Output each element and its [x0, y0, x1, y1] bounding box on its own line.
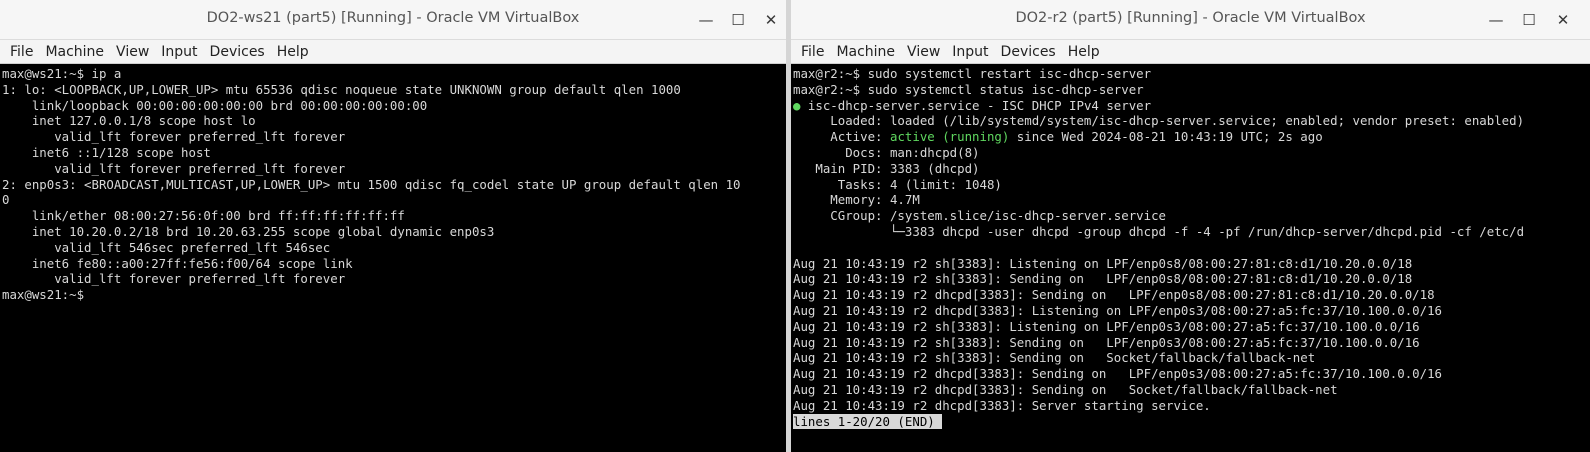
terminal-line: max@r2:~$ sudo systemctl status isc-dhcp… [793, 81, 1144, 97]
menu-file[interactable]: File [4, 41, 39, 63]
minimize-icon[interactable]: — [694, 8, 718, 32]
menu-devices[interactable]: Devices [995, 41, 1062, 63]
terminal-line: Memory: 4.7M [793, 192, 920, 208]
close-icon[interactable]: ✕ [759, 8, 783, 32]
log-line: Aug 21 10:43:19 r2 sh[3383]: Listening o… [793, 318, 1420, 334]
log-line: Aug 21 10:43:19 r2 dhcpd[3383]: Server s… [793, 397, 1211, 413]
virtualbox-window-r2[interactable]: DO2-r2 (part5) [Running] - Oracle VM Vir… [791, 0, 1590, 452]
service-name: isc-dhcp-server.service - ISC DHCP IPv4 … [800, 97, 1152, 113]
terminal-line: link/loopback 00:00:00:00:00:00 brd 00:0… [2, 97, 428, 113]
menu-devices[interactable]: Devices [204, 41, 271, 63]
menu-view[interactable]: View [110, 41, 155, 63]
window-title: DO2-r2 (part5) [Running] - Oracle VM Vir… [1015, 10, 1366, 26]
terminal-line: inet6 ::1/128 scope host [2, 144, 211, 160]
pager-line: lines 1-20/20 (END) [793, 413, 1590, 430]
menubar: File Machine View Input Devices Help [0, 40, 786, 64]
terminal-line: max@ws21:~$ ip a [2, 66, 122, 81]
log-line: Aug 21 10:43:19 r2 sh[3383]: Listening o… [793, 255, 1413, 271]
terminal-line: valid_lft forever preferred_lft forever [2, 129, 346, 145]
active-label: Active: [793, 129, 890, 145]
terminal-line: valid_lft 546sec preferred_lft 546sec [2, 239, 331, 255]
cursor-icon [934, 413, 943, 429]
terminal-line: Active: active (running) since Wed 2024-… [793, 129, 1590, 145]
terminal-line: valid_lft forever preferred_lft forever [2, 160, 346, 176]
terminal-line: Docs: man:dhcpd(8) [793, 144, 980, 160]
terminal-prompt: max@ws21:~$ [2, 287, 85, 303]
close-icon[interactable]: ✕ [1551, 8, 1575, 32]
terminal-line: 1: lo: <LOOPBACK,UP,LOWER_UP> mtu 65536 … [2, 81, 681, 97]
pager-status: lines 1-20/20 (END) [793, 413, 935, 429]
menu-machine[interactable]: Machine [39, 41, 110, 63]
log-line: Aug 21 10:43:19 r2 dhcpd[3383]: Sending … [793, 287, 1435, 303]
terminal-line: 2: enp0s3: <BROADCAST,MULTICAST,UP,LOWER… [2, 176, 741, 192]
log-line: Aug 21 10:43:19 r2 sh[3383]: Sending on … [793, 271, 1413, 287]
menu-input[interactable]: Input [155, 41, 203, 63]
log-line: Aug 21 10:43:19 r2 sh[3383]: Sending on … [793, 334, 1420, 350]
menu-help[interactable]: Help [271, 41, 315, 63]
menu-machine[interactable]: Machine [830, 41, 901, 63]
window-title: DO2-ws21 (part5) [Running] - Oracle VM V… [206, 10, 580, 26]
menubar: File Machine View Input Devices Help [791, 40, 1590, 64]
terminal-screen[interactable]: max@r2:~$ sudo systemctl restart isc-dhc… [791, 64, 1590, 452]
terminal-line: 0 [2, 192, 10, 208]
virtualbox-window-ws21[interactable]: DO2-ws21 (part5) [Running] - Oracle VM V… [0, 0, 786, 452]
terminal-line: CGroup: /system.slice/isc-dhcp-server.se… [793, 208, 1166, 224]
maximize-icon[interactable]: ☐ [726, 8, 750, 32]
menu-input[interactable]: Input [946, 41, 994, 63]
maximize-icon[interactable]: ☐ [1517, 8, 1541, 32]
titlebar[interactable]: DO2-ws21 (part5) [Running] - Oracle VM V… [0, 0, 786, 40]
terminal-line: inet 127.0.0.1/8 scope host lo [2, 113, 256, 129]
log-line: Aug 21 10:43:19 r2 sh[3383]: Sending on … [793, 350, 1316, 366]
log-line: Aug 21 10:43:19 r2 dhcpd[3383]: Sending … [793, 381, 1338, 397]
terminal-line: valid_lft forever preferred_lft forever [2, 271, 346, 287]
log-line: Aug 21 10:43:19 r2 dhcpd[3383]: Listenin… [793, 302, 1443, 318]
terminal-line: inet6 fe80::a00:27ff:fe56:f00/64 scope l… [2, 255, 353, 271]
menu-help[interactable]: Help [1062, 41, 1106, 63]
terminal-line: link/ether 08:00:27:56:0f:00 brd ff:ff:f… [2, 208, 405, 224]
terminal-line: Tasks: 4 (limit: 1048) [793, 176, 1002, 192]
terminal-line: Main PID: 3383 (dhcpd) [793, 160, 980, 176]
menu-file[interactable]: File [795, 41, 830, 63]
titlebar[interactable]: DO2-r2 (part5) [Running] - Oracle VM Vir… [791, 0, 1590, 40]
terminal-screen[interactable]: max@ws21:~$ ip a 1: lo: <LOOPBACK,UP,LOW… [0, 64, 786, 452]
terminal-line: └─3383 dhcpd -user dhcpd -group dhcpd -f… [793, 223, 1525, 239]
minimize-icon[interactable]: — [1484, 8, 1508, 32]
active-since: since Wed 2024-08-21 10:43:19 UTC; 2s ag… [1009, 129, 1323, 145]
terminal-line: Loaded: loaded (/lib/systemd/system/isc-… [793, 113, 1525, 129]
active-state: active (running) [889, 129, 1010, 145]
menu-view[interactable]: View [901, 41, 946, 63]
terminal-line: max@r2:~$ sudo systemctl restart isc-dhc… [793, 66, 1152, 81]
terminal-line: inet 10.20.0.2/18 brd 10.20.63.255 scope… [2, 223, 495, 239]
log-line: Aug 21 10:43:19 r2 dhcpd[3383]: Sending … [793, 366, 1443, 382]
terminal-line: ● isc-dhcp-server.service - ISC DHCP IPv… [793, 98, 1590, 114]
